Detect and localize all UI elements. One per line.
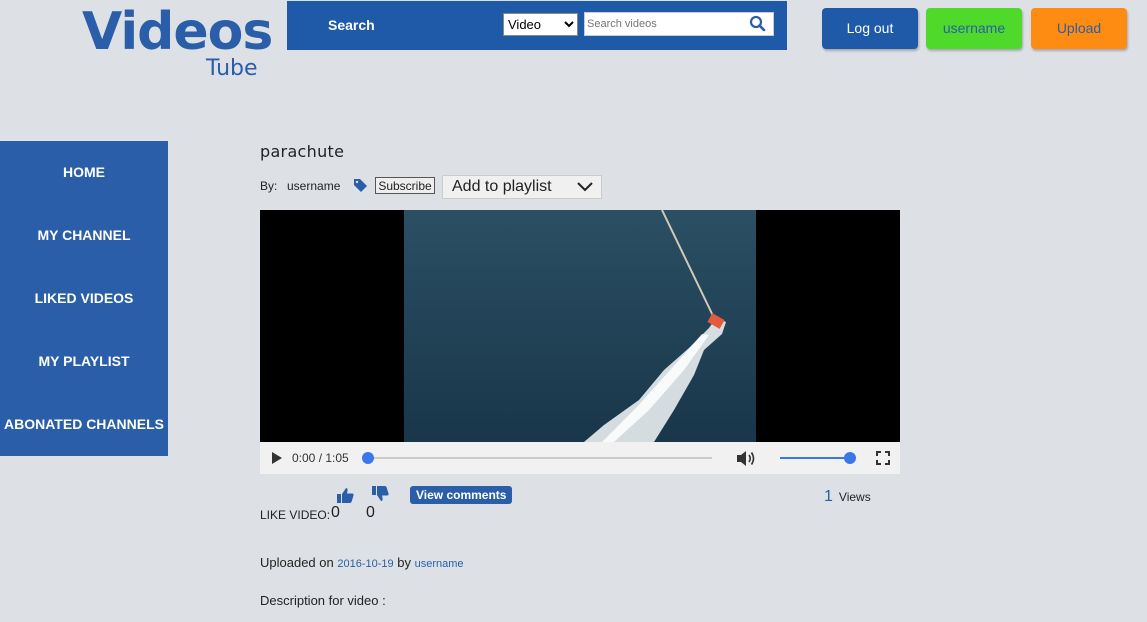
search-label: Search [328, 17, 375, 33]
volume-icon[interactable] [736, 450, 756, 467]
progress-bar[interactable] [368, 457, 712, 459]
by-label: By: [260, 179, 278, 193]
sidebar-item-abonated-channels[interactable]: ABONATED CHANNELS [0, 393, 168, 456]
subscribe-button[interactable]: Subscribe [375, 177, 435, 194]
video-player[interactable]: 0:00 / 1:05 [260, 210, 900, 474]
search-input-wrapper [584, 12, 774, 36]
progress-handle[interactable] [362, 452, 374, 464]
sidebar-item-liked-videos[interactable]: LIKED VIDEOS [0, 267, 168, 330]
volume-handle[interactable] [844, 452, 856, 464]
view-comments-button[interactable]: View comments [410, 486, 513, 504]
upload-date: 2016-10-19 [337, 558, 394, 570]
video-frame[interactable] [404, 210, 756, 442]
fullscreen-icon[interactable] [876, 451, 890, 465]
thumbs-up-icon[interactable] [337, 488, 354, 503]
player-controls: 0:00 / 1:05 [260, 442, 900, 474]
uploaded-on-label: Uploaded on [260, 555, 334, 570]
video-title: parachute [260, 142, 345, 161]
playback-time: 0:00 / 1:05 [292, 451, 349, 465]
like-count: 0 [331, 504, 340, 521]
upload-info: Uploaded on 2016-10-19 by username [260, 555, 464, 570]
upload-button[interactable]: Upload [1031, 8, 1127, 49]
uploader-link[interactable]: username [415, 558, 464, 570]
search-input[interactable] [585, 13, 749, 35]
site-logo[interactable]: Videos Tube [82, 6, 282, 82]
views-number: 1 [824, 488, 833, 505]
logout-button[interactable]: Log out [822, 8, 918, 49]
video-description: Description for video : [260, 593, 386, 608]
like-video-label: LIKE VIDEO: [260, 508, 331, 522]
sidebar-item-my-playlist[interactable]: MY PLAYLIST [0, 330, 168, 393]
search-type-select[interactable]: Video [503, 13, 578, 36]
thumbs-down-icon[interactable] [372, 486, 389, 501]
view-count: 1 Views [824, 488, 871, 506]
dislike-count: 0 [366, 504, 375, 521]
search-bar: Search Video [287, 1, 787, 50]
logo-subtext: Tube [206, 56, 258, 81]
uploaded-by-label: by [397, 555, 411, 570]
user-profile-button[interactable]: username [926, 8, 1022, 49]
tag-icon [354, 179, 367, 192]
logo-text: Videos [82, 2, 273, 62]
search-icon[interactable] [749, 15, 767, 33]
sidebar-nav: HOME MY CHANNEL LIKED VIDEOS MY PLAYLIST… [0, 141, 168, 456]
author-name[interactable]: username [287, 179, 340, 193]
add-to-playlist-dropdown[interactable]: Add to playlist [442, 175, 602, 199]
volume-slider[interactable] [780, 457, 850, 459]
play-icon[interactable] [271, 451, 283, 465]
video-thumbnail [404, 210, 756, 442]
sidebar-item-home[interactable]: HOME [0, 141, 168, 204]
sidebar-item-my-channel[interactable]: MY CHANNEL [0, 204, 168, 267]
views-label: Views [838, 490, 871, 504]
add-to-playlist-label: Add to playlist [452, 178, 552, 195]
chevron-down-icon [577, 182, 593, 192]
